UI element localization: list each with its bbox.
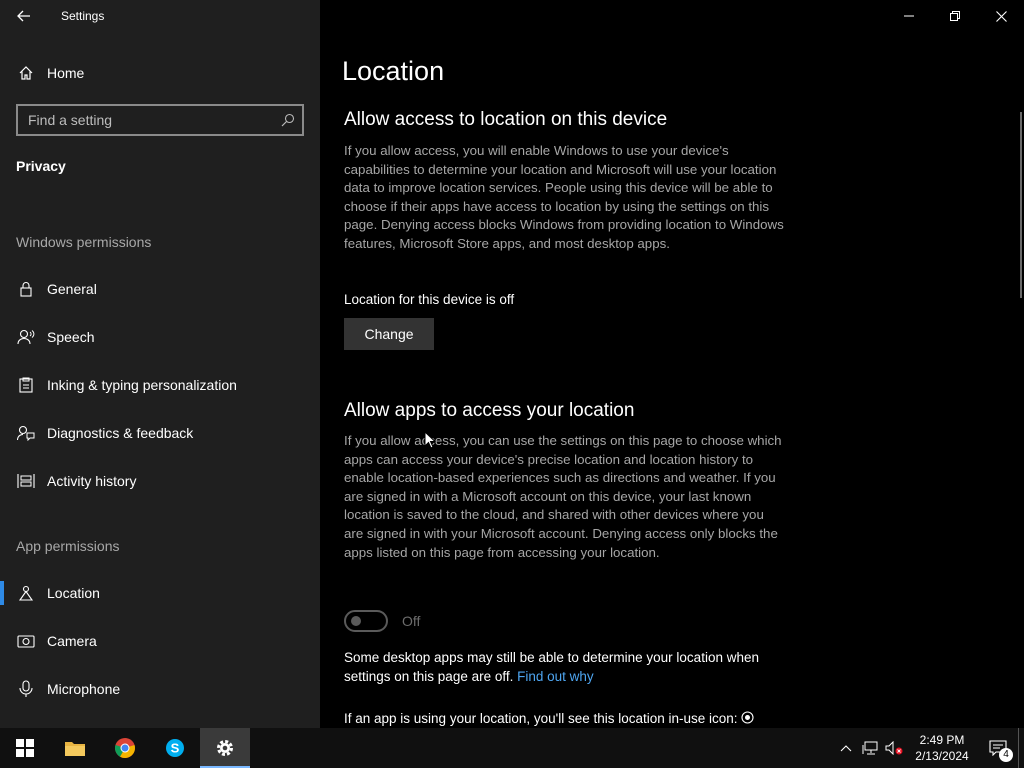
close-icon bbox=[995, 10, 1007, 22]
taskbar-file-explorer[interactable] bbox=[50, 728, 100, 768]
app-title: Settings bbox=[61, 9, 105, 23]
device-location-status: Location for this device is off bbox=[344, 292, 515, 307]
search-input[interactable] bbox=[18, 105, 274, 135]
settings-window: Settings Home Privacy Windows permission… bbox=[0, 0, 1024, 728]
window-controls bbox=[886, 0, 1024, 32]
apps-access-heading: Allow apps to access your location bbox=[344, 400, 635, 421]
apps-location-toggle-row: Off bbox=[344, 610, 420, 632]
mouse-cursor-icon bbox=[424, 431, 436, 449]
group-header-app-permissions: App permissions bbox=[16, 538, 120, 554]
clock[interactable]: 2:49 PM 2/13/2024 bbox=[906, 732, 978, 764]
device-access-heading: Allow access to location on this device bbox=[344, 109, 668, 130]
page-title: Location bbox=[342, 56, 445, 86]
title-bar: Settings bbox=[0, 0, 320, 32]
minimize-button[interactable] bbox=[886, 0, 932, 32]
sidebar-item-camera[interactable]: Camera bbox=[0, 621, 320, 661]
clock-date: 2/13/2024 bbox=[915, 749, 969, 763]
search-icon[interactable] bbox=[274, 106, 302, 134]
show-hidden-icons-button[interactable] bbox=[834, 728, 858, 768]
sidebar-item-diagnostics[interactable]: Diagnostics & feedback bbox=[0, 413, 320, 453]
taskbar: S 2:49 PM 2/13/2024 4 bbox=[0, 728, 1024, 768]
toggle-state-label: Off bbox=[402, 613, 421, 629]
show-desktop-button[interactable] bbox=[1018, 728, 1024, 768]
sidebar-item-activity-history[interactable]: Activity history bbox=[0, 461, 320, 501]
volume-button[interactable] bbox=[882, 728, 906, 768]
sidebar-item-microphone[interactable]: Microphone bbox=[0, 669, 320, 709]
home-icon bbox=[16, 63, 36, 83]
sidebar-item-general[interactable]: General bbox=[0, 269, 320, 309]
speech-icon bbox=[16, 327, 36, 347]
section-title-privacy: Privacy bbox=[16, 158, 66, 174]
clock-time: 2:49 PM bbox=[919, 733, 965, 747]
in-use-icon-note: If an app is using your location, you'll… bbox=[344, 710, 804, 729]
active-indicator bbox=[0, 581, 4, 605]
restore-button[interactable] bbox=[932, 0, 978, 32]
volume-muted-icon bbox=[885, 741, 903, 755]
location-in-use-icon bbox=[741, 711, 754, 724]
taskbar-chrome[interactable] bbox=[100, 728, 150, 768]
sidebar: Settings Home Privacy Windows permission… bbox=[0, 0, 320, 728]
minimize-icon bbox=[904, 15, 914, 17]
folder-icon bbox=[65, 742, 85, 756]
close-button[interactable] bbox=[978, 0, 1024, 32]
find-out-why-link[interactable]: Find out why bbox=[517, 669, 594, 684]
chrome-icon bbox=[115, 738, 135, 759]
back-button[interactable] bbox=[0, 0, 48, 32]
apps-access-description: If you allow access, you can use the set… bbox=[344, 433, 782, 560]
taskbar-skype[interactable]: S bbox=[150, 728, 200, 768]
change-button[interactable]: Change bbox=[344, 318, 434, 350]
restore-icon bbox=[950, 11, 960, 21]
camera-icon bbox=[16, 631, 36, 651]
svg-text:S: S bbox=[171, 741, 180, 756]
action-center-button[interactable]: 4 bbox=[978, 728, 1018, 768]
apps-location-toggle[interactable] bbox=[344, 610, 388, 632]
lock-icon bbox=[16, 279, 36, 299]
microphone-icon bbox=[16, 679, 36, 699]
location-icon bbox=[16, 583, 36, 603]
notification-count-badge: 4 bbox=[999, 748, 1013, 762]
toggle-knob bbox=[351, 616, 361, 626]
timeline-icon bbox=[16, 471, 36, 491]
sidebar-item-speech[interactable]: Speech bbox=[0, 317, 320, 357]
network-button[interactable] bbox=[858, 728, 882, 768]
device-access-description: If you allow access, you will enable Win… bbox=[344, 143, 784, 251]
back-arrow-icon bbox=[17, 10, 30, 22]
group-header-windows-permissions: Windows permissions bbox=[16, 234, 152, 250]
windows-logo-icon bbox=[16, 739, 34, 757]
skype-icon: S bbox=[166, 739, 184, 757]
gear-icon bbox=[217, 740, 233, 756]
system-tray: 2:49 PM 2/13/2024 4 bbox=[834, 728, 1024, 768]
clipboard-icon bbox=[16, 375, 36, 395]
main-content: Location Allow access to location on thi… bbox=[320, 0, 1024, 728]
search-box[interactable] bbox=[16, 104, 304, 136]
start-button[interactable] bbox=[0, 728, 50, 768]
desktop-apps-note: Some desktop apps may still be able to d… bbox=[344, 650, 759, 684]
taskbar-settings[interactable] bbox=[200, 728, 250, 768]
sidebar-item-inking[interactable]: Inking & typing personalization bbox=[0, 365, 320, 405]
network-icon bbox=[862, 741, 878, 755]
feedback-icon bbox=[16, 423, 36, 443]
chevron-up-icon bbox=[840, 745, 852, 752]
home-label: Home bbox=[47, 65, 85, 81]
sidebar-item-home[interactable]: Home bbox=[0, 56, 320, 90]
scrollbar[interactable] bbox=[1020, 112, 1022, 298]
sidebar-item-location[interactable]: Location bbox=[0, 573, 320, 613]
